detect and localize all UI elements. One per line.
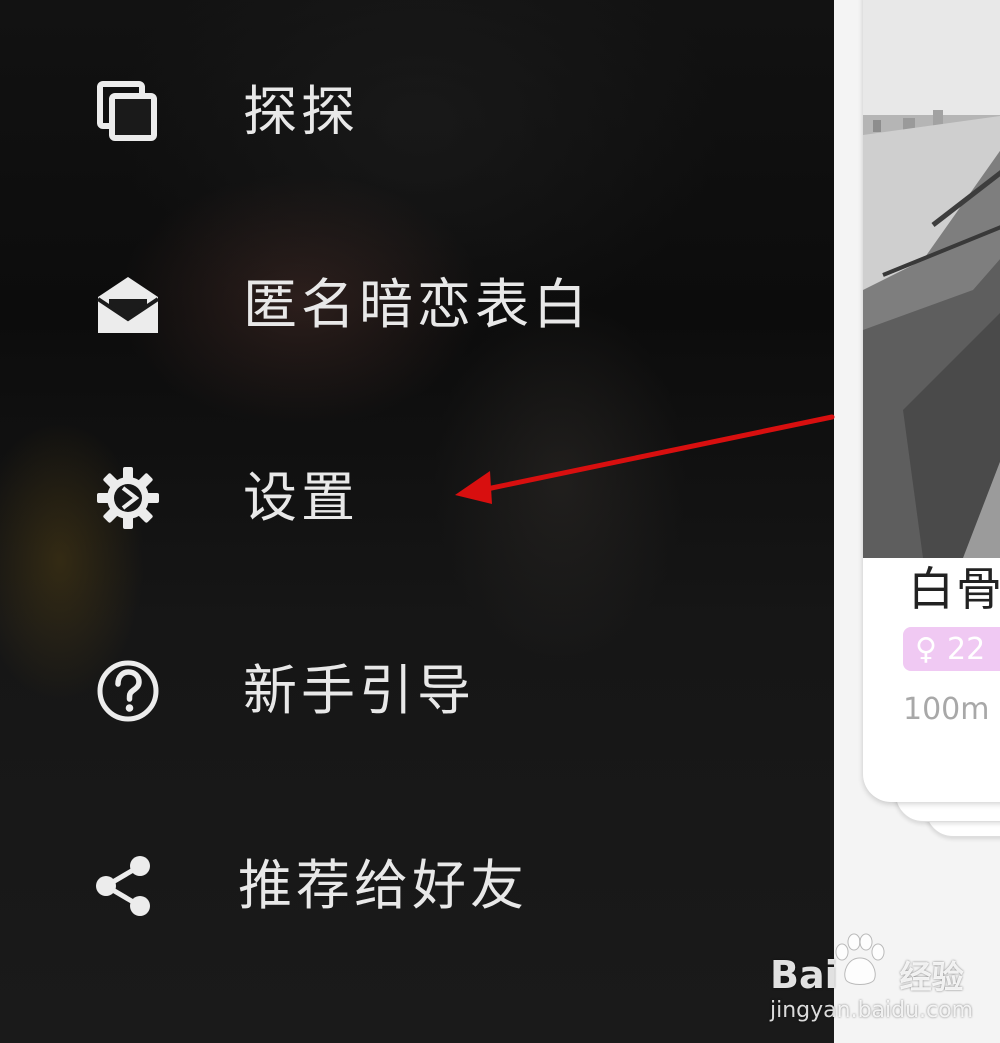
screen: 探探 匿名暗恋表白 设置 新手引导 推荐给好友 白骨 ♀ 22 100m Bai… (0, 0, 1000, 1043)
profile-card[interactable]: 白骨 ♀ 22 100m (863, 0, 1000, 802)
menu-item-recommend-to-friends[interactable]: 推荐给好友 (0, 826, 834, 946)
open-envelope-icon (88, 265, 168, 345)
distance-label: 100m (903, 692, 990, 727)
menu-label-tantan: 探探 (243, 80, 359, 143)
menu-item-settings[interactable]: 设置 (0, 438, 834, 558)
profile-name: 白骨 (908, 562, 1000, 616)
gender-age-badge: ♀ 22 (903, 627, 1000, 671)
help-circle-icon (88, 651, 168, 731)
female-icon: ♀ (915, 631, 937, 667)
share-icon (84, 846, 164, 926)
photo-stack-icon (88, 72, 168, 152)
gear-icon (88, 458, 168, 538)
profile-photo (863, 0, 1000, 558)
profile-photo-image (863, 0, 1000, 558)
menu-label-beginner-guide: 新手引导 (243, 659, 475, 722)
menu-item-beginner-guide[interactable]: 新手引导 (0, 631, 834, 751)
menu-label-anonymous-confession: 匿名暗恋表白 (243, 273, 591, 336)
age-value: 22 (946, 631, 986, 667)
menu-item-anonymous-confession[interactable]: 匿名暗恋表白 (0, 245, 834, 365)
navigation-drawer: 探探 匿名暗恋表白 设置 新手引导 推荐给好友 (0, 0, 834, 1043)
menu-label-recommend-to-friends: 推荐给好友 (238, 854, 528, 917)
menu-label-settings: 设置 (243, 466, 359, 529)
menu-item-tantan[interactable]: 探探 (0, 52, 834, 172)
